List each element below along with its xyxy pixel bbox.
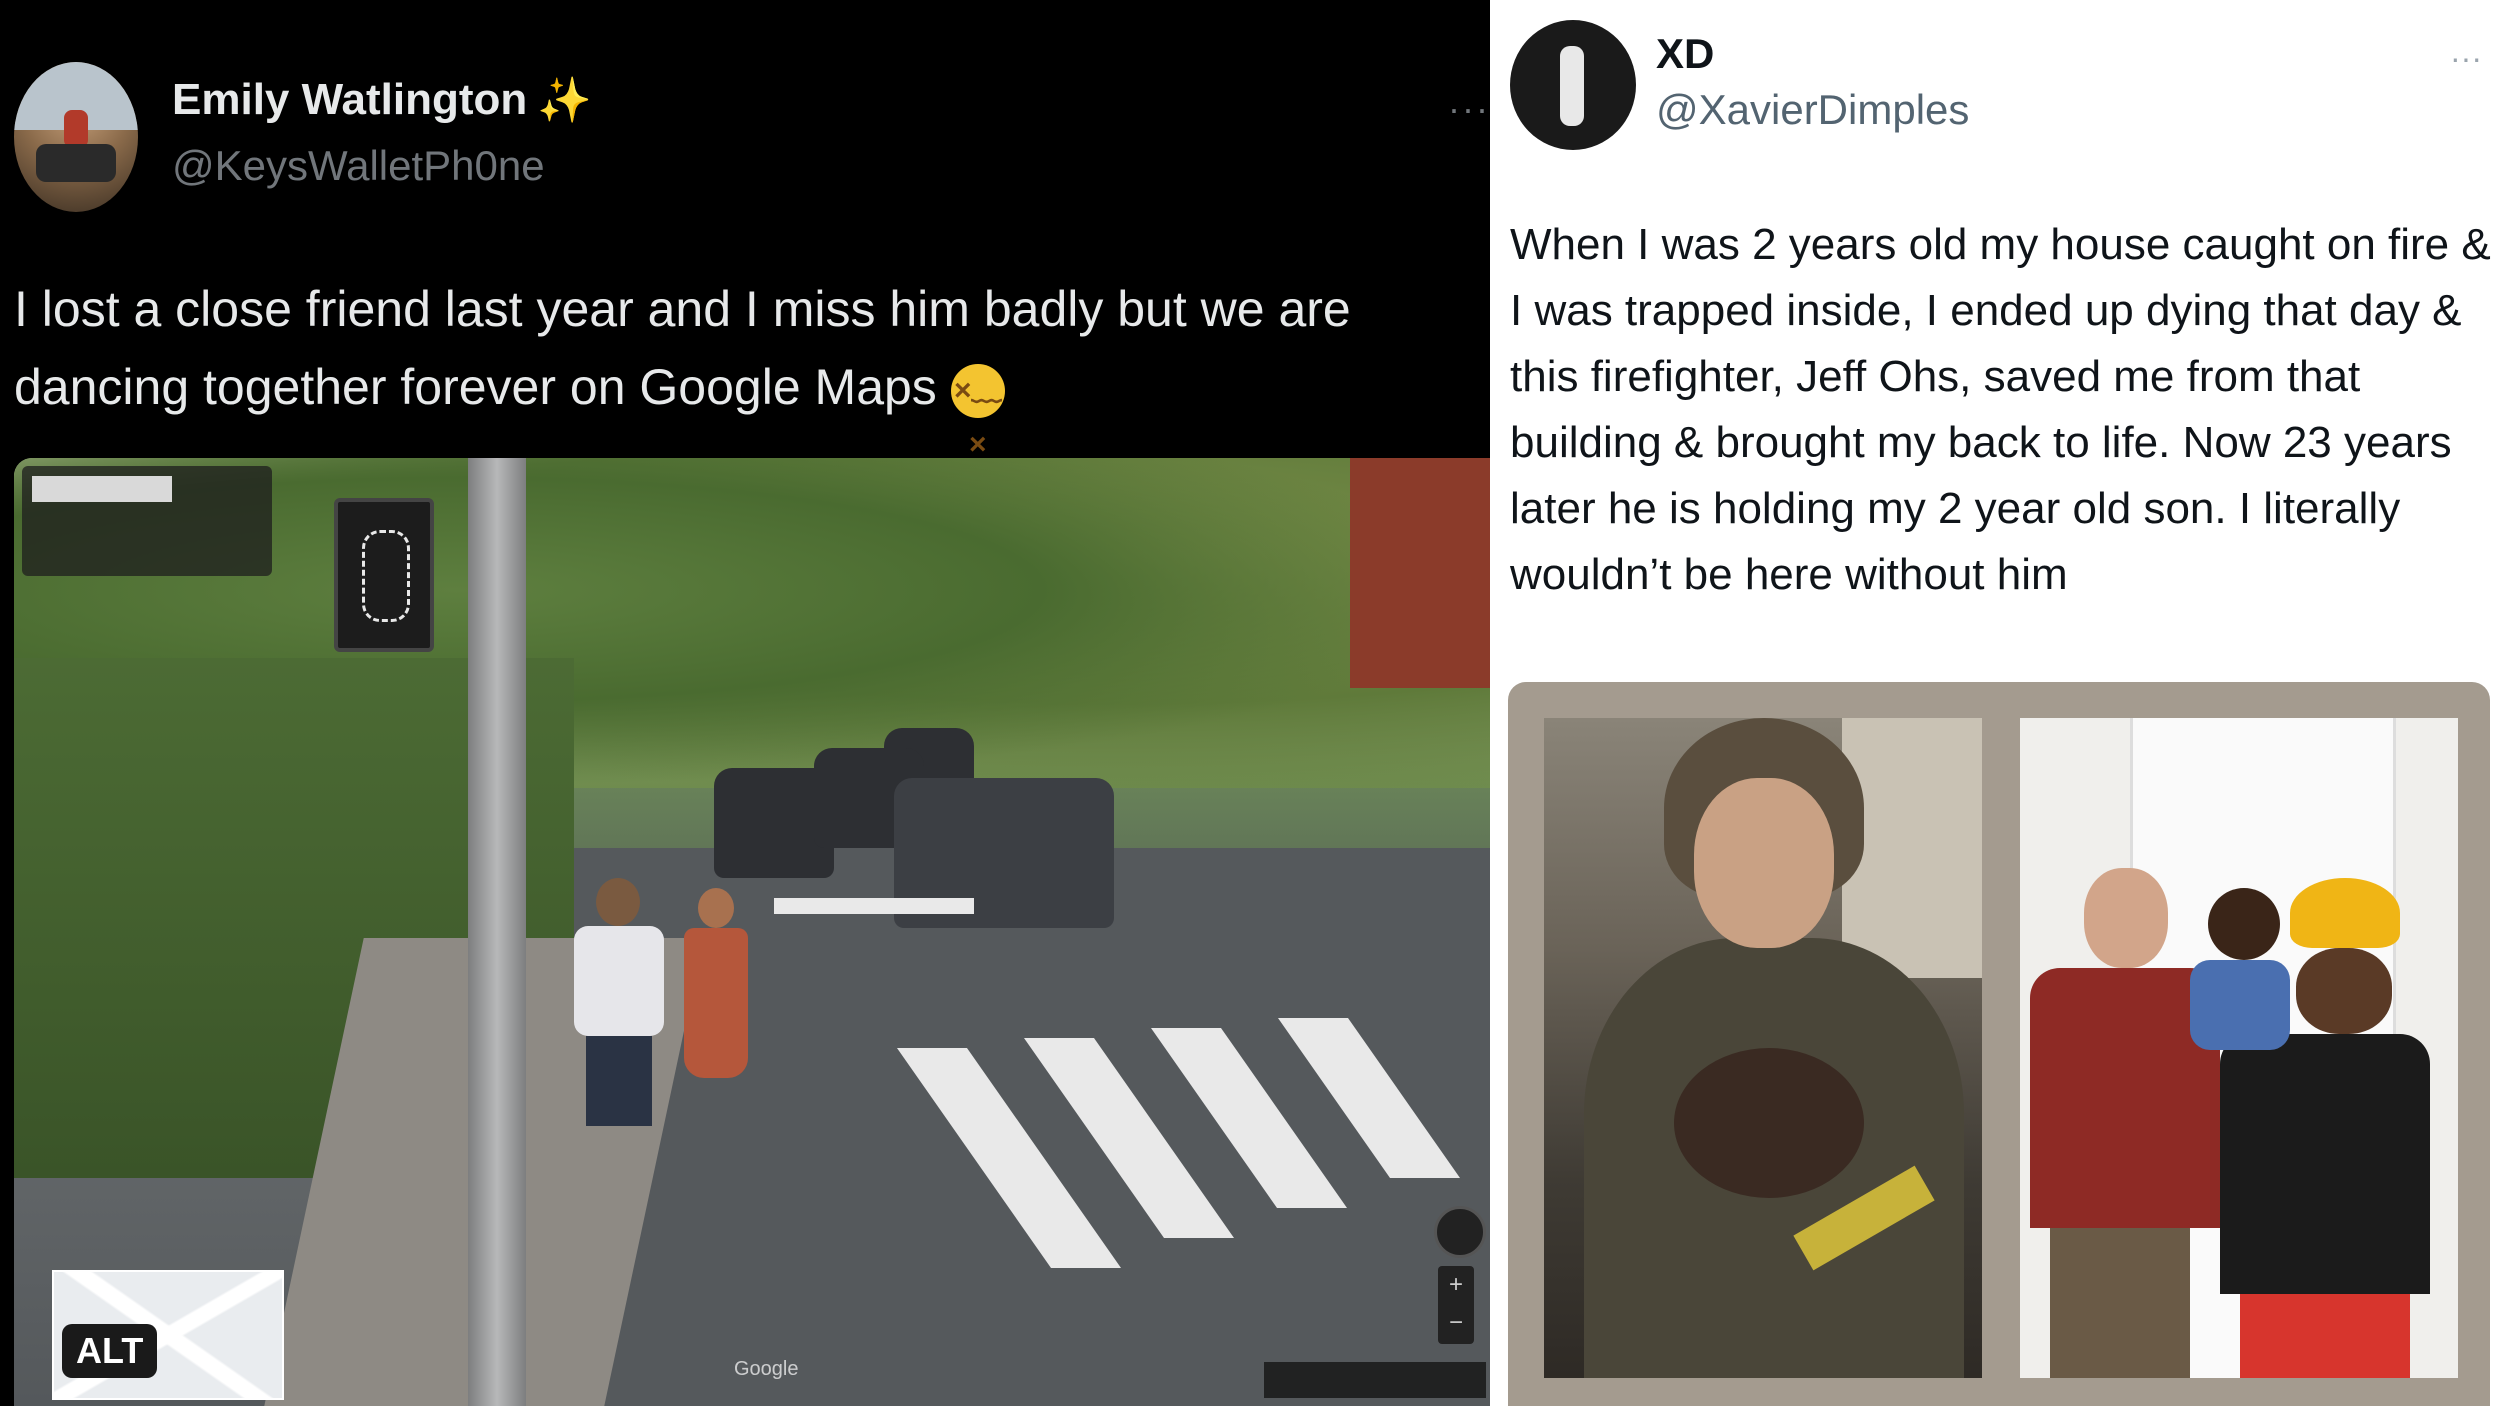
avatar[interactable] <box>1510 20 1636 150</box>
more-options-icon[interactable]: ··· <box>1448 88 1490 130</box>
firefighter-rescue-photo[interactable] <box>1544 718 1982 1378</box>
left-tweet: Emily Watlington ✨ @KeysWalletPh0ne ··· … <box>0 0 1490 1406</box>
tired-face-icon: ×﹏× <box>950 363 1005 461</box>
tweet-body: I lost a close friend last year and I mi… <box>14 281 1351 415</box>
display-name-row[interactable]: Emily Watlington ✨ <box>172 74 592 126</box>
alt-text-button[interactable]: ALT <box>62 1324 158 1378</box>
user-handle[interactable]: @KeysWalletPh0ne <box>172 142 545 190</box>
user-handle[interactable]: @XavierDimples <box>1656 86 1969 134</box>
reunion-photo[interactable] <box>2020 718 2458 1378</box>
pedestrian-signal <box>334 498 434 652</box>
media-collage[interactable] <box>1508 682 2490 1406</box>
street-view-image[interactable]: ALT Google + − <box>14 458 1490 1406</box>
compass-icon[interactable] <box>1434 1206 1486 1258</box>
display-name[interactable]: XD <box>1656 30 1714 78</box>
zoom-control[interactable]: + − <box>1438 1266 1474 1344</box>
person-dancing-woman <box>684 888 748 1118</box>
person-dancing-man <box>574 878 664 1138</box>
display-name[interactable]: Emily Watlington <box>172 75 527 125</box>
avatar[interactable] <box>14 62 138 212</box>
street-view-info-card[interactable] <box>22 466 272 576</box>
tweet-text: I lost a close friend last year and I mi… <box>14 270 1474 461</box>
sparkle-icon: ✨ <box>537 76 593 125</box>
right-tweet: XD @XavierDimples ··· When I was 2 years… <box>1490 0 2500 1406</box>
street-view-toolbar[interactable] <box>1264 1362 1486 1398</box>
more-options-icon[interactable]: ··· <box>2450 40 2482 77</box>
google-watermark: Google <box>734 1358 799 1380</box>
tweet-text: When I was 2 years old my house caught o… <box>1510 220 2491 599</box>
